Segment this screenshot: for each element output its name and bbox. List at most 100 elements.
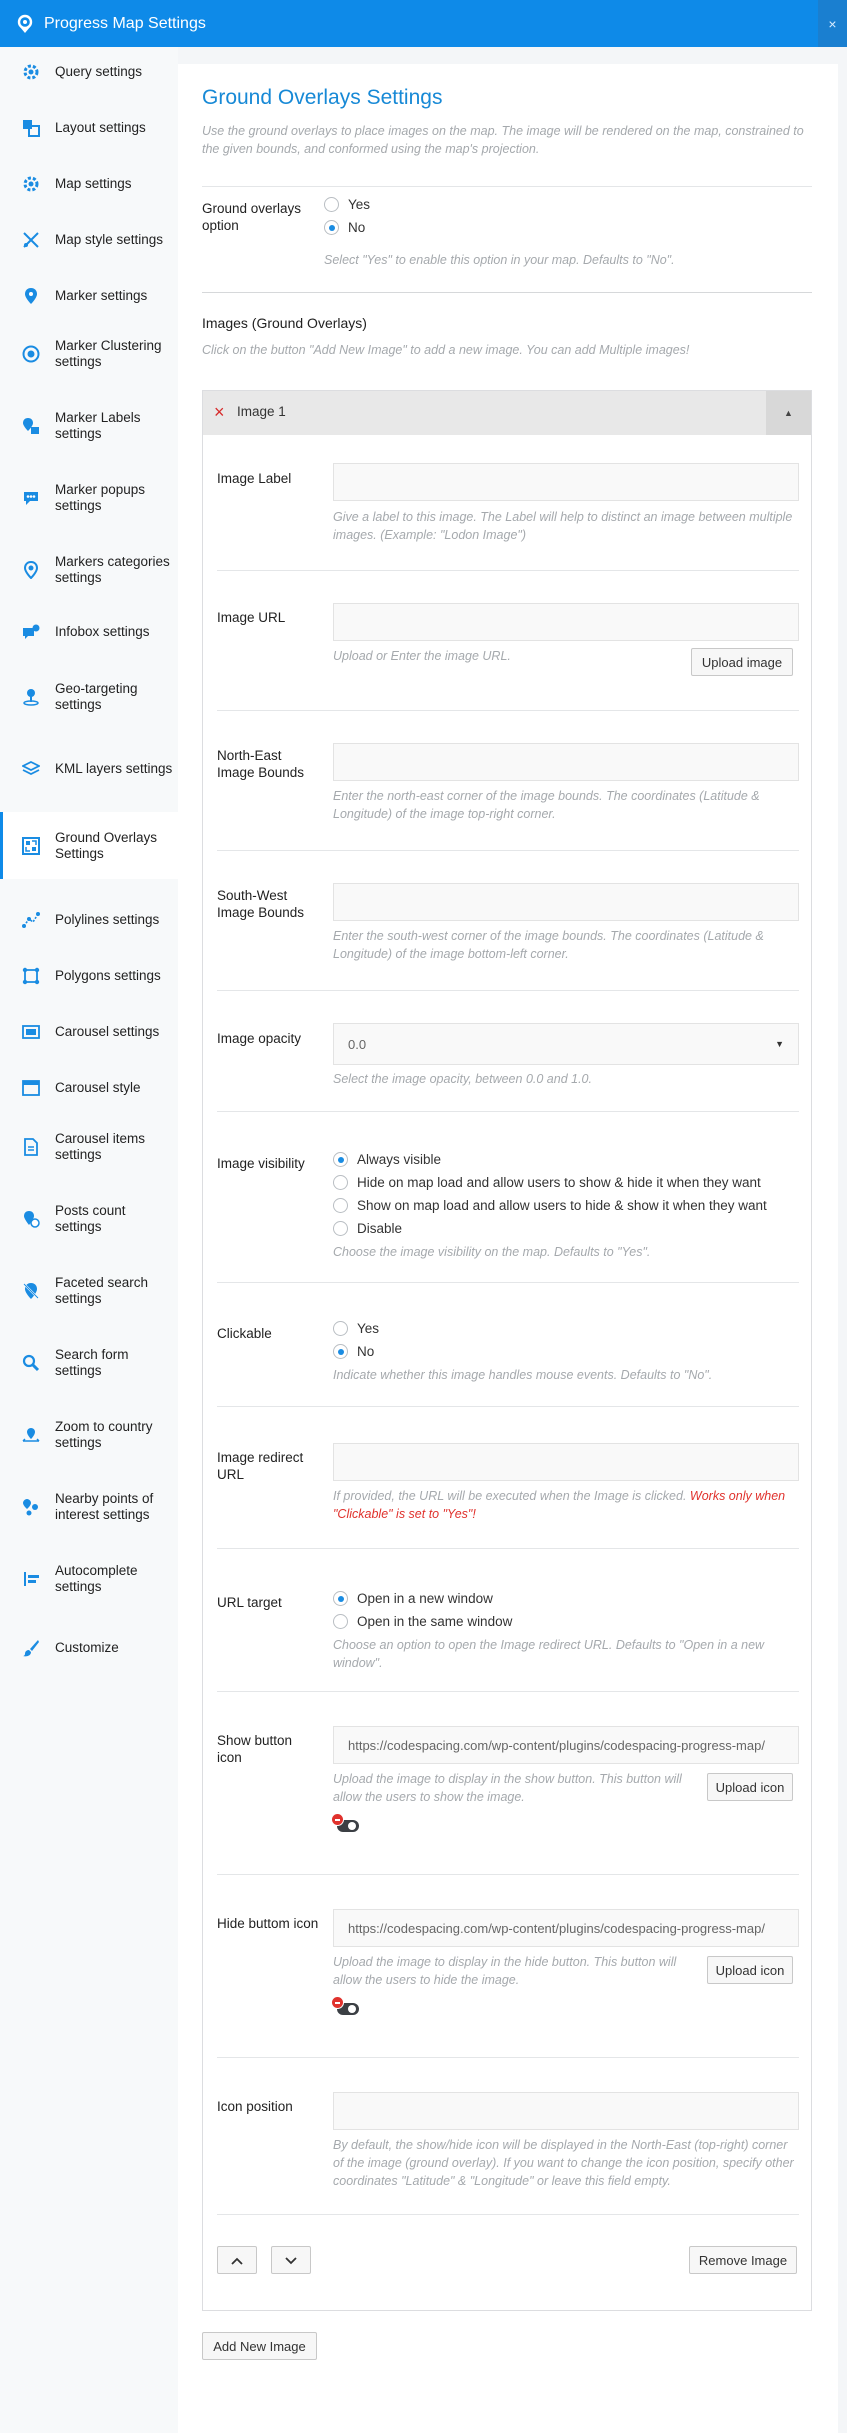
sidebar-item-geo-targeting[interactable]: Geo-targeting settings <box>0 677 178 717</box>
sidebar-item-label: Zoom to country settings <box>55 1419 153 1450</box>
sidebar-item-faceted-search[interactable]: Faceted search settings <box>0 1271 178 1311</box>
layout-icon <box>20 117 42 139</box>
collapse-toggle-icon[interactable]: ▲ <box>766 391 811 435</box>
gear-icon <box>20 61 42 83</box>
image-opacity-help: Select the image opacity, between 0.0 an… <box>333 1072 592 1086</box>
option-yes-radio[interactable]: Yes <box>324 197 370 212</box>
map-style-icon <box>20 229 42 251</box>
sidebar-item-label: Query settings <box>55 64 143 79</box>
redirect-url-input[interactable] <box>333 1443 799 1481</box>
posts-count-icon <box>20 1208 42 1230</box>
radio-circle <box>333 1198 348 1213</box>
sidebar-item-layout-settings[interactable]: Layout settings <box>0 111 178 145</box>
sidebar-item-map-settings[interactable]: Map settings <box>0 167 178 201</box>
sidebar-item-customize[interactable]: Customize <box>0 1631 178 1665</box>
sidebar-item-marker-clustering[interactable]: Marker Clustering settings <box>0 334 178 374</box>
show-icon-preview-toggle[interactable] <box>331 1813 361 1832</box>
remove-icon[interactable] <box>331 1996 344 2009</box>
option-no-radio[interactable]: No <box>324 220 365 235</box>
radio-circle <box>333 1614 348 1629</box>
image-opacity-select[interactable]: 0.0 ▼ <box>333 1023 799 1065</box>
radio-circle <box>333 1175 348 1190</box>
clickable-yes-radio[interactable]: Yes <box>333 1321 379 1336</box>
sidebar-item-label: Posts count settings <box>55 1203 126 1234</box>
sidebar-item-carousel-settings[interactable]: Carousel settings <box>0 1015 178 1049</box>
sidebar-item-marker-labels[interactable]: Marker Labels settings <box>0 406 178 446</box>
icon-position-help: By default, the show/hide icon will be d… <box>333 2138 794 2188</box>
image-label-input[interactable] <box>333 463 799 501</box>
images-heading: Images (Ground Overlays) <box>202 315 367 331</box>
sidebar-item-label: Carousel settings <box>55 1024 160 1039</box>
ground-overlay-icon <box>20 835 42 857</box>
ne-bounds-input[interactable] <box>333 743 799 781</box>
sidebar-item-marker-settings[interactable]: Marker settings <box>0 279 178 313</box>
sidebar-item-autocomplete[interactable]: Autocomplete settings <box>0 1559 178 1599</box>
sidebar-item-map-style-settings[interactable]: Map style settings <box>0 223 178 257</box>
sidebar-item-posts-count[interactable]: Posts count settings <box>0 1199 178 1239</box>
nearby-icon <box>20 1496 42 1518</box>
title-bar: Progress Map Settings × <box>0 0 847 47</box>
image-label-label: Image Label <box>217 471 292 486</box>
target-new-window-radio[interactable]: Open in a new window <box>333 1591 493 1606</box>
sw-bounds-input[interactable] <box>333 883 799 921</box>
show-icon-input[interactable]: https://codespacing.com/wp-content/plugi… <box>333 1726 799 1764</box>
carousel-icon <box>20 1021 42 1043</box>
visibility-show-on-load-radio[interactable]: Show on map load and allow users to hide… <box>333 1198 767 1213</box>
visibility-always-radio[interactable]: Always visible <box>333 1152 441 1167</box>
upload-hide-icon-button[interactable]: Upload icon <box>707 1956 793 1984</box>
sw-bounds-help: Enter the south-west corner of the image… <box>333 929 764 961</box>
sidebar-item-nearby-poi[interactable]: Nearby points of interest settings <box>0 1487 178 1527</box>
brush-icon <box>20 1637 42 1659</box>
remove-image-button[interactable]: Remove Image <box>689 2246 797 2274</box>
image-url-label: Image URL <box>217 610 286 625</box>
chevron-up-icon <box>231 2253 243 2268</box>
icon-position-input[interactable] <box>333 2092 799 2130</box>
target-same-window-radio[interactable]: Open in the same window <box>333 1614 512 1629</box>
sidebar-item-search-form[interactable]: Search form settings <box>0 1343 178 1383</box>
sidebar-item-ground-overlays[interactable]: Ground Overlays Settings <box>0 812 178 879</box>
marker-label-icon <box>20 415 42 437</box>
sidebar-item-markers-categories[interactable]: Markers categories settings <box>0 550 178 590</box>
option-help: Select "Yes" to enable this option in yo… <box>324 253 675 267</box>
close-button[interactable]: × <box>818 0 847 47</box>
geo-target-icon <box>20 686 42 708</box>
image-item-header[interactable]: × Image 1 ▲ <box>203 391 811 435</box>
remove-icon[interactable] <box>331 1813 344 1826</box>
sidebar-item-label: Ground Overlays Settings <box>55 829 158 861</box>
upload-image-button[interactable]: Upload image <box>691 648 793 676</box>
move-down-button[interactable] <box>271 2246 311 2274</box>
settings-panel: Ground Overlays Settings Use the ground … <box>178 64 838 2433</box>
faceted-search-icon <box>20 1280 42 1302</box>
hide-icon-preview-toggle[interactable] <box>331 1996 361 2015</box>
layers-icon <box>20 758 42 780</box>
marker-icon <box>20 285 42 307</box>
sidebar-item-carousel-items[interactable]: Carousel items settings <box>0 1127 178 1167</box>
sidebar-item-label: Marker settings <box>55 288 148 303</box>
sidebar-item-polygons[interactable]: Polygons settings <box>0 959 178 993</box>
clickable-no-radio[interactable]: No <box>333 1344 374 1359</box>
sidebar-item-infobox-settings[interactable]: Infobox settings <box>0 615 178 649</box>
upload-show-icon-button[interactable]: Upload icon <box>707 1773 793 1801</box>
hide-icon-input[interactable]: https://codespacing.com/wp-content/plugi… <box>333 1909 799 1947</box>
cluster-icon <box>20 343 42 365</box>
sidebar-item-query-settings[interactable]: Query settings <box>0 55 178 89</box>
sidebar-item-kml-layers[interactable]: KML layers settings <box>0 749 178 789</box>
sidebar-item-marker-popups[interactable]: Marker popups settings <box>0 478 178 518</box>
radio-circle <box>333 1221 348 1236</box>
remove-x-icon[interactable]: × <box>214 402 225 422</box>
image-item-title: Image 1 <box>237 404 286 419</box>
visibility-disable-radio[interactable]: Disable <box>333 1221 402 1236</box>
progress-map-logo-icon <box>14 13 36 35</box>
sidebar-item-zoom-to-country[interactable]: Zoom to country settings <box>0 1415 178 1455</box>
clickable-help: Indicate whether this image handles mous… <box>333 1368 713 1382</box>
add-new-image-button[interactable]: Add New Image <box>202 2332 317 2360</box>
move-up-button[interactable] <box>217 2246 257 2274</box>
dropdown-arrow-icon: ▼ <box>775 1039 784 1049</box>
radio-circle-selected <box>333 1591 348 1606</box>
visibility-hide-on-load-radio[interactable]: Hide on map load and allow users to show… <box>333 1175 761 1190</box>
ground-overlays-option-label: Ground overlays option <box>202 201 302 233</box>
sidebar-item-label: Customize <box>55 1640 119 1655</box>
sidebar-item-polylines[interactable]: Polylines settings <box>0 903 178 937</box>
sidebar-item-carousel-style[interactable]: Carousel style <box>0 1071 178 1105</box>
image-url-input[interactable] <box>333 603 799 641</box>
